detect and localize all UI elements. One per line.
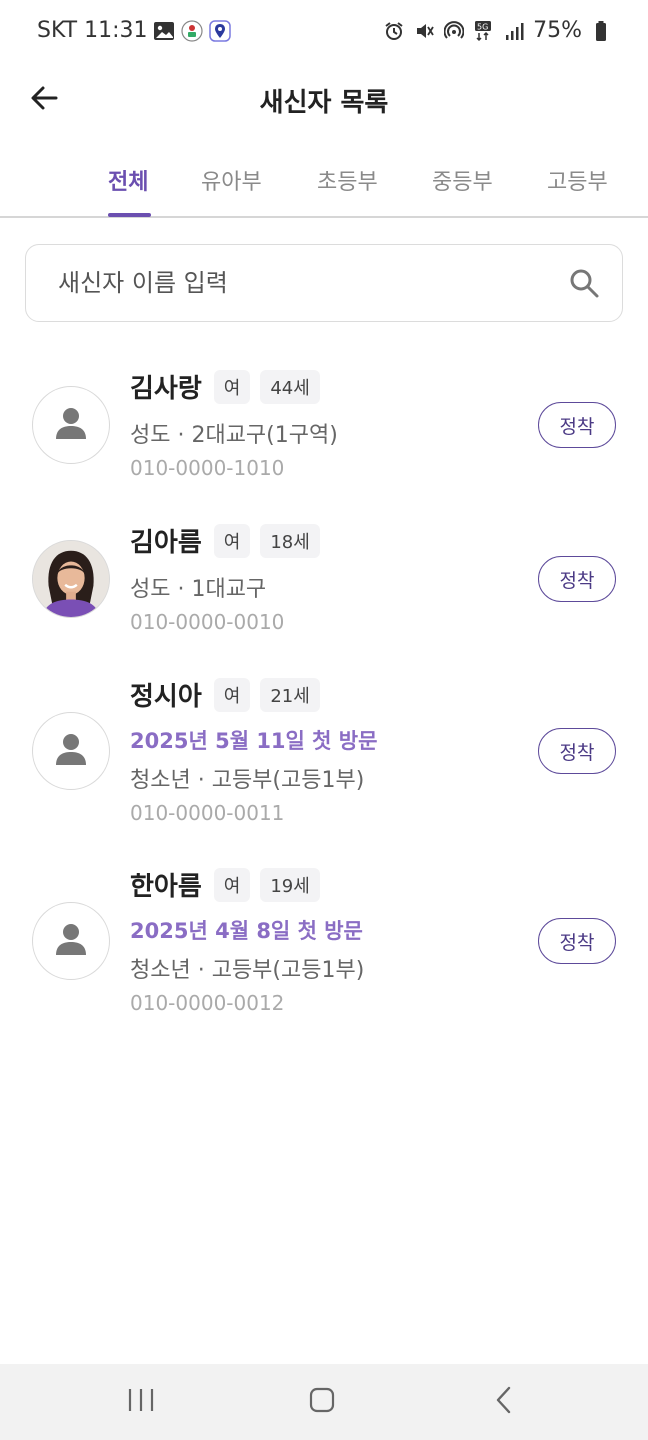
home-icon	[308, 1386, 336, 1418]
tab-middle[interactable]: 중등부	[432, 164, 493, 196]
list-item[interactable]: 정시아 여 21세 2025년 5월 11일 첫 방문 청소년 · 고등부(고등…	[0, 658, 648, 843]
search-box	[25, 244, 623, 322]
list-item[interactable]: 김아름 여 18세 성도 · 1대교구 010-0000-0010 정착	[0, 504, 648, 654]
recent-apps-button[interactable]	[119, 1382, 163, 1422]
5g-icon: 5G	[473, 20, 495, 42]
person-icon	[53, 731, 89, 771]
member-phone: 010-0000-1010	[130, 456, 285, 480]
status-left-icons	[153, 20, 231, 42]
status-bar: SKT 11:31 5G 75%	[0, 0, 648, 64]
first-visit-date: 2025년 4월 8일 첫 방문	[130, 919, 363, 943]
home-button[interactable]	[300, 1382, 344, 1422]
search-input[interactable]	[58, 245, 558, 321]
settle-button[interactable]: 정착	[538, 918, 616, 964]
avatar	[32, 386, 110, 464]
tab-indicator	[108, 213, 151, 217]
system-nav-bar	[0, 1364, 648, 1440]
mute-icon	[413, 20, 435, 42]
list-item[interactable]: 김사랑 여 44세 성도 · 2대교구(1구역) 010-0000-1010 정…	[0, 350, 648, 500]
member-name: 김사랑	[130, 374, 202, 404]
tab-bar: 전체 유아부 초등부 중등부 고등부	[0, 140, 648, 218]
avatar	[32, 712, 110, 790]
battery-percent: 75%	[533, 18, 582, 43]
settle-button[interactable]: 정착	[538, 728, 616, 774]
name-row: 김사랑 여 44세	[130, 368, 320, 405]
name-row: 김아름 여 18세	[130, 522, 320, 559]
back-icon	[493, 1386, 515, 1418]
name-row: 정시아 여 21세	[130, 676, 320, 713]
tab-infant[interactable]: 유아부	[201, 164, 262, 196]
age-chip: 18세	[260, 523, 320, 558]
member-name: 김아름	[130, 528, 202, 558]
avatar	[32, 902, 110, 980]
gender-chip: 여	[213, 369, 251, 404]
tab-all[interactable]: 전체	[108, 164, 148, 196]
list-item[interactable]: 한아름 여 19세 2025년 4월 8일 첫 방문 청소년 · 고등부(고등1…	[0, 848, 648, 1033]
member-detail: 청소년 · 고등부(고등1부)	[130, 768, 365, 793]
person-icon	[53, 921, 89, 961]
age-chip: 21세	[260, 677, 320, 712]
member-detail: 성도 · 1대교구	[130, 577, 267, 602]
first-visit-date: 2025년 5월 11일 첫 방문	[130, 729, 378, 753]
map-pin-icon	[209, 20, 231, 42]
tab-high[interactable]: 고등부	[547, 164, 608, 196]
image-icon	[153, 20, 175, 42]
member-name: 한아름	[130, 872, 202, 902]
member-detail: 성도 · 2대교구(1구역)	[130, 423, 338, 448]
name-row: 한아름 여 19세	[130, 866, 320, 903]
member-name: 정시아	[130, 682, 202, 712]
member-phone: 010-0000-0012	[130, 991, 285, 1015]
age-chip: 19세	[260, 867, 320, 902]
signal-icon	[503, 20, 525, 42]
gender-chip: 여	[213, 677, 251, 712]
member-phone: 010-0000-0011	[130, 801, 285, 825]
app-icon	[181, 20, 203, 42]
battery-icon	[590, 20, 612, 42]
system-back-button[interactable]	[482, 1382, 526, 1422]
person-icon	[53, 405, 89, 445]
hotspot-icon	[443, 20, 465, 42]
status-right: 5G 75%	[383, 18, 612, 43]
recent-apps-icon	[126, 1387, 156, 1417]
settle-button[interactable]: 정착	[538, 556, 616, 602]
member-phone: 010-0000-0010	[130, 610, 285, 634]
search-icon[interactable]	[568, 267, 600, 299]
avatar-photo	[32, 540, 110, 618]
status-time: SKT 11:31	[37, 18, 148, 43]
tab-elementary[interactable]: 초등부	[317, 164, 378, 196]
svg-text:5G: 5G	[477, 22, 488, 31]
member-detail: 청소년 · 고등부(고등1부)	[130, 958, 365, 983]
page-title: 새신자 목록	[259, 88, 389, 118]
age-chip: 44세	[260, 369, 320, 404]
gender-chip: 여	[213, 523, 251, 558]
gender-chip: 여	[213, 867, 251, 902]
alarm-icon	[383, 20, 405, 42]
settle-button[interactable]: 정착	[538, 402, 616, 448]
app-bar: 새신자 목록	[0, 64, 648, 136]
